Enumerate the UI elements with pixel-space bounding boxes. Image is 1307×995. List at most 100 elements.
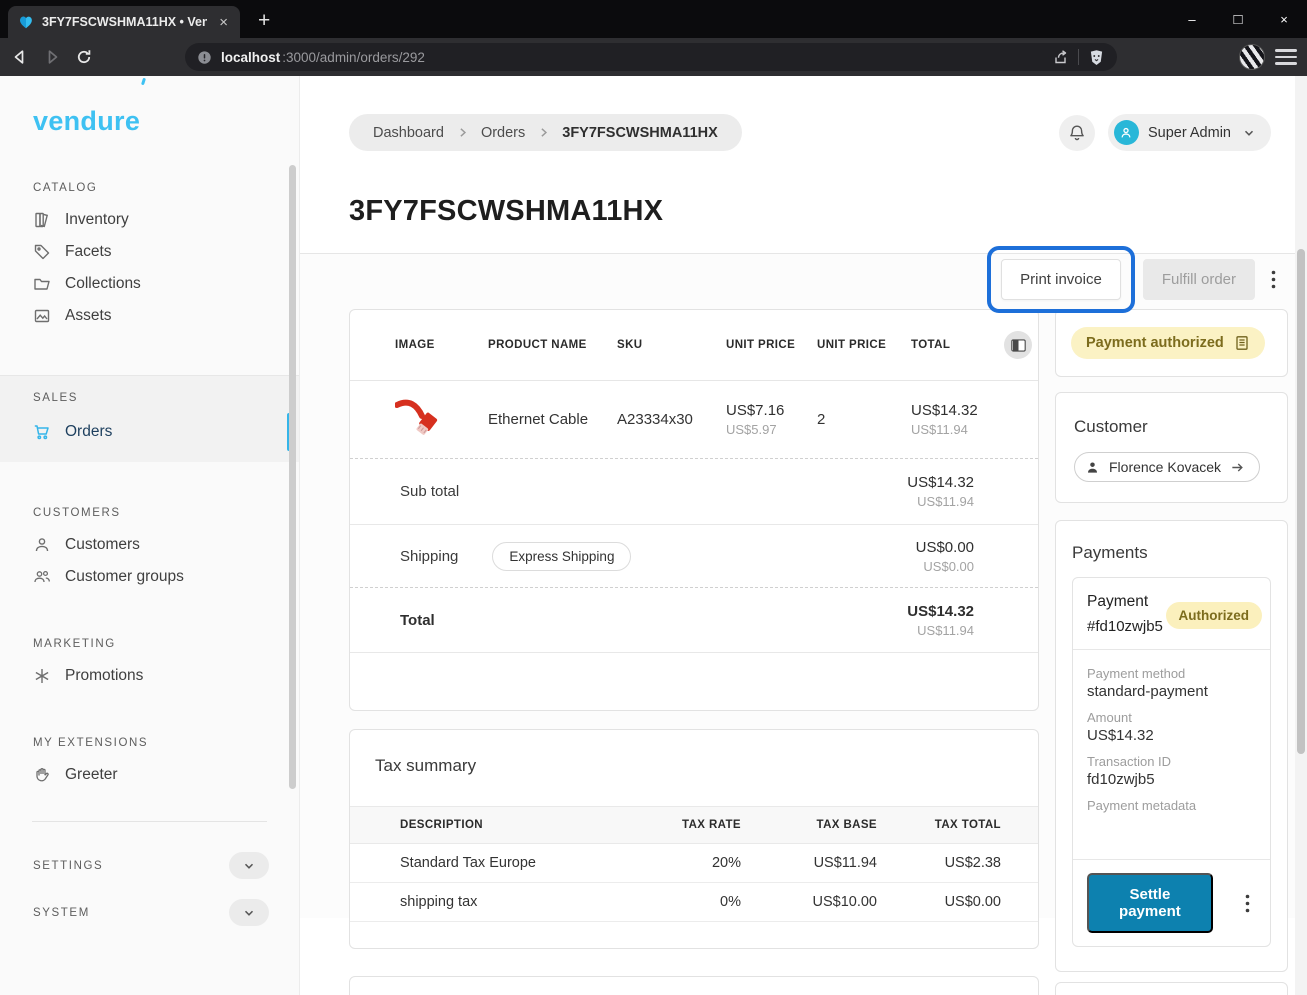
order-more-actions-button[interactable] bbox=[1263, 269, 1283, 291]
col-header-unit-price: UNIT PRICE bbox=[726, 339, 817, 351]
vendure-logo: vendure bbox=[33, 106, 140, 137]
share-icon[interactable] bbox=[1052, 49, 1069, 66]
kebab-icon bbox=[1271, 270, 1276, 289]
col-header-unit-price-2: UNIT PRICE bbox=[817, 339, 911, 351]
folder-icon bbox=[33, 275, 51, 293]
order-actions: Print invoice Fulfill order bbox=[987, 246, 1283, 313]
image-icon bbox=[33, 307, 51, 325]
browser-tab[interactable]: 3FY7FSCWSHMA11HX • Vendure × bbox=[8, 6, 240, 38]
line-total-net: US$11.94 bbox=[911, 422, 996, 437]
settings-expand-button[interactable] bbox=[229, 852, 269, 879]
chevron-down-icon bbox=[1242, 126, 1256, 140]
url-bar[interactable]: localhost :3000/admin/orders/292 bbox=[185, 43, 1117, 71]
browser-menu-icon[interactable] bbox=[1275, 49, 1297, 65]
breadcrumb-orders[interactable]: Orders bbox=[481, 125, 525, 141]
payment-more-actions-button[interactable] bbox=[1239, 892, 1256, 914]
shipping-net: US$0.00 bbox=[916, 559, 974, 574]
sidebar-section-settings[interactable]: SETTINGS bbox=[0, 852, 299, 879]
brave-shields-icon[interactable] bbox=[1088, 49, 1105, 66]
sidebar-divider bbox=[32, 821, 267, 822]
customer-card: Customer Florence Kovacek bbox=[1055, 392, 1288, 503]
customer-card-title: Customer bbox=[1074, 417, 1269, 437]
payments-card: Payments Payment #fd10zwjb5 Authorized P… bbox=[1055, 520, 1288, 972]
payments-title: Payments bbox=[1072, 543, 1271, 563]
users-icon bbox=[33, 568, 51, 586]
minimize-button[interactable]: – bbox=[1169, 0, 1215, 38]
back-button[interactable] bbox=[12, 49, 28, 65]
sidebar-item-label: Collections bbox=[65, 275, 141, 293]
print-invoice-highlight: Print invoice bbox=[987, 246, 1135, 313]
sidebar-section-sales: SALES Orders bbox=[0, 375, 299, 462]
tax-description: Standard Tax Europe bbox=[400, 855, 611, 871]
tax-base: US$11.94 bbox=[741, 855, 877, 871]
new-tab-button[interactable]: + bbox=[258, 9, 270, 33]
forward-button[interactable] bbox=[44, 49, 60, 65]
chevron-right-icon bbox=[456, 126, 469, 139]
col-header-sku: SKU bbox=[617, 339, 726, 351]
sidebar-item-label: Greeter bbox=[65, 766, 118, 784]
order-state-badge[interactable]: Payment authorized bbox=[1071, 327, 1265, 359]
total-gross: US$14.32 bbox=[907, 603, 974, 620]
shipping-gross: US$0.00 bbox=[916, 539, 974, 556]
toolbar-separator bbox=[1078, 49, 1079, 65]
sidebar-item-customer-groups[interactable]: Customer groups bbox=[0, 561, 299, 593]
settle-payment-button[interactable]: Settle payment bbox=[1087, 873, 1213, 933]
breadcrumb-dashboard[interactable]: Dashboard bbox=[373, 125, 444, 141]
tax-total: US$0.00 bbox=[877, 894, 1001, 910]
user-menu[interactable]: Super Admin bbox=[1108, 114, 1271, 151]
col-header-tax-base: TAX BASE bbox=[741, 819, 877, 831]
sidebar-item-greeter[interactable]: Greeter bbox=[0, 759, 299, 791]
maximize-button[interactable]: □ bbox=[1215, 0, 1261, 38]
order-state-card: Payment authorized bbox=[1055, 309, 1288, 377]
page-title: 3FY7FSCWSHMA11HX bbox=[349, 195, 1307, 228]
sidebar-section-catalog: CATALOG Inventory Facets bbox=[0, 182, 299, 332]
tax-summary-card: Tax summary DESCRIPTION TAX RATE TAX BAS… bbox=[349, 729, 1039, 949]
tax-base: US$10.00 bbox=[741, 894, 877, 910]
amount-value: US$14.32 bbox=[1087, 727, 1256, 744]
user-icon bbox=[1085, 460, 1100, 475]
print-invoice-button[interactable]: Print invoice bbox=[1001, 259, 1121, 300]
section-label: CATALOG bbox=[33, 182, 299, 194]
sidebar-item-customers[interactable]: Customers bbox=[0, 529, 299, 561]
browser-titlebar: 3FY7FSCWSHMA11HX • Vendure × + – □ × bbox=[0, 0, 1307, 38]
sidebar-item-collections[interactable]: Collections bbox=[0, 268, 299, 300]
sidebar-item-promotions[interactable]: Promotions bbox=[0, 660, 299, 692]
subtotal-row: Sub total US$14.32 US$11.94 bbox=[350, 459, 1038, 525]
page-scrollbar-thumb[interactable] bbox=[1297, 249, 1305, 754]
url-host: localhost bbox=[221, 50, 280, 65]
sidebar-scrollbar[interactable] bbox=[289, 165, 296, 789]
transaction-id-label: Transaction ID bbox=[1087, 754, 1256, 769]
sidebar-item-orders[interactable]: Orders bbox=[0, 416, 299, 448]
reload-button[interactable] bbox=[76, 49, 92, 65]
tab-title: 3FY7FSCWSHMA11HX • Vendure bbox=[42, 15, 207, 29]
shipping-method-chip: Express Shipping bbox=[492, 542, 631, 571]
column-settings-button[interactable] bbox=[1004, 331, 1032, 359]
customer-link[interactable]: Florence Kovacek bbox=[1074, 452, 1260, 482]
sidebar-section-marketing: MARKETING Promotions bbox=[0, 638, 299, 692]
bell-icon bbox=[1068, 124, 1086, 142]
site-info-icon[interactable] bbox=[197, 50, 212, 65]
sidebar-item-assets[interactable]: Assets bbox=[0, 300, 299, 332]
tax-row: shipping tax 0% US$10.00 US$0.00 bbox=[350, 883, 1038, 922]
sidebar-item-inventory[interactable]: Inventory bbox=[0, 204, 299, 236]
fulfill-order-button[interactable]: Fulfill order bbox=[1143, 259, 1255, 300]
sidebar-item-facets[interactable]: Facets bbox=[0, 236, 299, 268]
product-image[interactable] bbox=[395, 397, 447, 443]
line-total-gross: US$14.32 bbox=[911, 402, 996, 419]
system-expand-button[interactable] bbox=[229, 899, 269, 926]
total-row: Total US$14.32 US$11.94 bbox=[350, 588, 1038, 653]
browser-profile-avatar[interactable] bbox=[1239, 44, 1265, 70]
sidebar-item-label: Customers bbox=[65, 536, 140, 554]
page-scrollbar[interactable] bbox=[1295, 76, 1307, 995]
total-net: US$11.94 bbox=[907, 623, 974, 638]
order-meta-card: ID:292 Created at:06/06/23, 10:20 pm Upd… bbox=[1055, 982, 1288, 995]
payment-status-badge: Authorized bbox=[1166, 602, 1263, 629]
product-name[interactable]: Ethernet Cable bbox=[488, 411, 617, 428]
tab-close-icon[interactable]: × bbox=[215, 14, 232, 31]
tax-description: shipping tax bbox=[400, 894, 611, 910]
close-button[interactable]: × bbox=[1261, 0, 1307, 38]
sidebar-section-customers: CUSTOMERS Customers Customer groups bbox=[0, 507, 299, 593]
amount-label: Amount bbox=[1087, 710, 1256, 725]
notifications-button[interactable] bbox=[1059, 115, 1095, 151]
sidebar-section-system[interactable]: SYSTEM bbox=[0, 899, 299, 926]
